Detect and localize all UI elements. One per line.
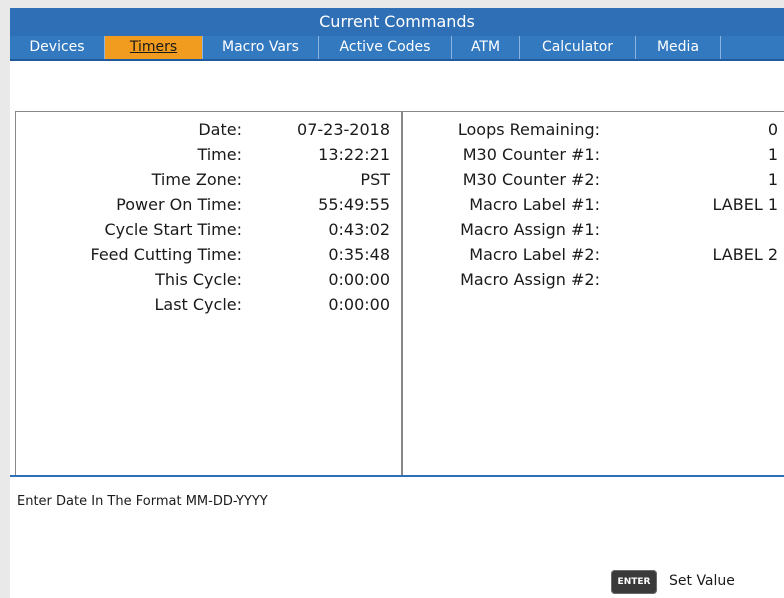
date-value[interactable]: 07-23-2018 bbox=[297, 120, 390, 139]
cycle-start-time-value[interactable]: 0:43:02 bbox=[328, 220, 390, 239]
power-on-time-label: Power On Time: bbox=[116, 195, 242, 214]
loops-remaining-value[interactable]: 0 bbox=[768, 120, 778, 139]
macro-assign-2-label: Macro Assign #2: bbox=[460, 270, 600, 289]
m30-counter-1-label: M30 Counter #1: bbox=[462, 145, 600, 164]
cycle-start-time-label: Cycle Start Time: bbox=[104, 220, 242, 239]
window-title: Current Commands bbox=[10, 8, 784, 36]
tab-underline bbox=[10, 59, 784, 61]
current-commands-window: Current Commands Devices Timers Macro Va… bbox=[10, 8, 784, 598]
counters-panel: Loops Remaining: 0 M30 Counter #1: 1 M30… bbox=[402, 111, 784, 475]
tab-timers[interactable]: Timers bbox=[105, 36, 203, 59]
tab-calculator[interactable]: Calculator bbox=[520, 36, 636, 59]
macro-label-1-value[interactable]: LABEL 1 bbox=[713, 195, 779, 214]
time-value[interactable]: 13:22:21 bbox=[318, 145, 390, 164]
m30-counter-2-value[interactable]: 1 bbox=[768, 170, 778, 189]
time-label: Time: bbox=[197, 145, 242, 164]
set-value-label: Set Value bbox=[669, 573, 735, 589]
time-zone-value[interactable]: PST bbox=[360, 170, 390, 189]
loops-remaining-label: Loops Remaining: bbox=[457, 120, 600, 139]
input-prompt-area: Enter Date In The Format MM-DD-YYYY ENTE… bbox=[10, 475, 784, 598]
macro-label-2-label: Macro Label #2: bbox=[469, 245, 600, 264]
input-prompt-text: Enter Date In The Format MM-DD-YYYY bbox=[17, 494, 268, 509]
tab-active-codes[interactable]: Active Codes bbox=[319, 36, 452, 59]
tab-media[interactable]: Media bbox=[636, 36, 721, 59]
date-label: Date: bbox=[198, 120, 242, 139]
feed-cutting-time-value[interactable]: 0:35:48 bbox=[328, 245, 390, 264]
this-cycle-value[interactable]: 0:00:00 bbox=[328, 270, 390, 289]
power-on-time-value[interactable]: 55:49:55 bbox=[318, 195, 390, 214]
macro-assign-1-label: Macro Assign #1: bbox=[460, 220, 600, 239]
m30-counter-1-value[interactable]: 1 bbox=[768, 145, 778, 164]
tab-bar-filler bbox=[721, 36, 784, 59]
tab-devices[interactable]: Devices bbox=[10, 36, 105, 59]
last-cycle-label: Last Cycle: bbox=[154, 295, 242, 314]
tab-atm[interactable]: ATM bbox=[452, 36, 520, 59]
time-zone-label: Time Zone: bbox=[151, 170, 242, 189]
macro-label-1-label: Macro Label #1: bbox=[469, 195, 600, 214]
this-cycle-label: This Cycle: bbox=[155, 270, 242, 289]
m30-counter-2-label: M30 Counter #2: bbox=[462, 170, 600, 189]
timers-panel: Date: 07-23-2018 Time: 13:22:21 Time Zon… bbox=[15, 111, 402, 475]
tab-bar: Devices Timers Macro Vars Active Codes A… bbox=[10, 36, 784, 59]
enter-key-icon[interactable]: ENTER bbox=[611, 570, 657, 594]
feed-cutting-time-label: Feed Cutting Time: bbox=[90, 245, 243, 264]
macro-label-2-value[interactable]: LABEL 2 bbox=[713, 245, 779, 264]
last-cycle-value[interactable]: 0:00:00 bbox=[328, 295, 390, 314]
tab-macro-vars[interactable]: Macro Vars bbox=[203, 36, 319, 59]
